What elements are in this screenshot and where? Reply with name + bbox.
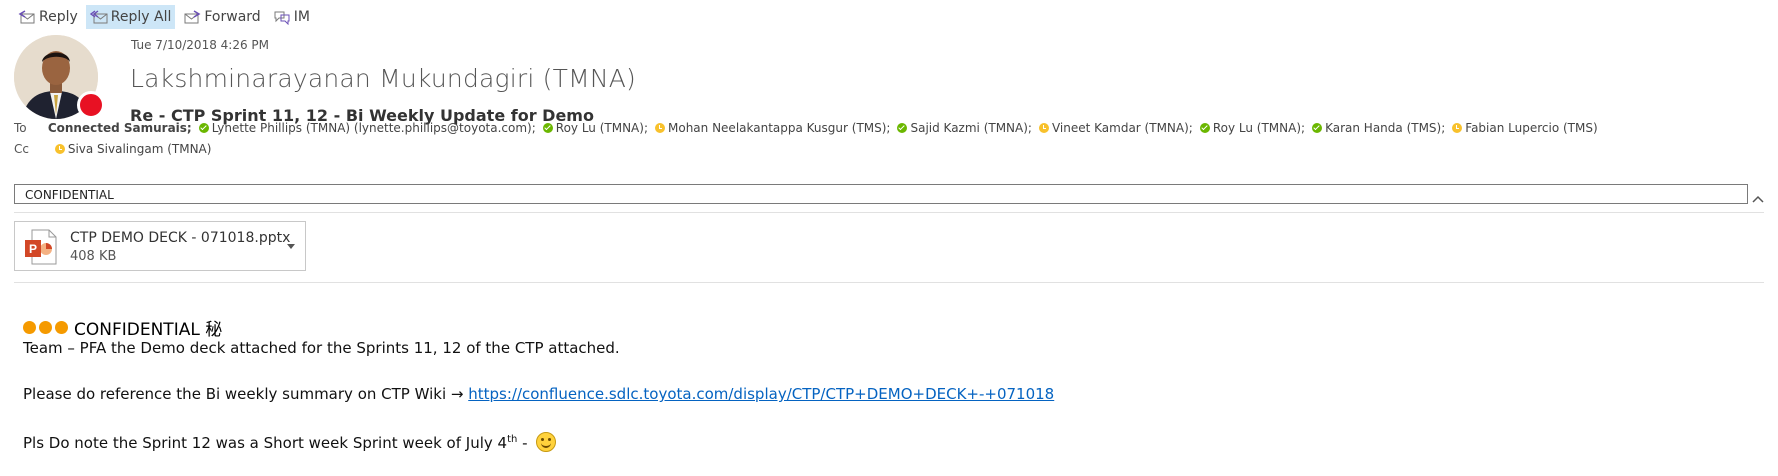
presence-away-icon	[1452, 123, 1463, 133]
recipient-name[interactable]: Mohan Neelakantappa Kusgur (TMS);	[668, 121, 890, 135]
body-line-2: Please do reference the Bi weekly summar…	[23, 385, 1054, 403]
attachment-dropdown-icon[interactable]	[287, 244, 295, 249]
confidential-label: CONFIDENTIAL 秘	[74, 320, 223, 340]
recipient-name[interactable]: Siva Sivalingam (TMNA)	[68, 142, 212, 156]
presence-away-icon	[1038, 123, 1049, 133]
presence-away-icon	[54, 144, 65, 154]
reply-label: Reply	[39, 9, 78, 25]
wiki-link[interactable]: https://confluence.sdlc.toyota.com/displ…	[468, 385, 1054, 403]
recipient-name[interactable]: Karan Handa (TMS);	[1325, 121, 1445, 135]
im-label: IM	[293, 9, 310, 25]
recipient-name[interactable]: Connected Samurais;	[48, 121, 192, 135]
message-toolbar: Reply Reply All Forward IM	[14, 5, 314, 29]
reply-all-icon	[89, 10, 108, 24]
presence-available-icon	[1199, 123, 1210, 133]
forward-label: Forward	[204, 9, 261, 25]
attachment-size: 408 KB	[70, 249, 117, 264]
attachment-divider	[14, 282, 1764, 283]
reply-icon	[18, 10, 35, 24]
reply-all-label: Reply All	[110, 9, 172, 25]
reply-button[interactable]: Reply	[14, 5, 82, 29]
body-line-3-text: Pls Do note the Sprint 12 was a Short we…	[23, 434, 508, 452]
recipient-name[interactable]: Lynette Phillips (TMNA) (lynette.phillip…	[212, 121, 536, 135]
forward-button[interactable]: Forward	[179, 5, 264, 29]
classification-dot-icon	[55, 321, 68, 334]
confidential-marking: CONFIDENTIAL 秘	[23, 315, 222, 340]
classification-bar: CONFIDENTIAL	[14, 184, 1748, 204]
cc-recipients: Cc Siva Sivalingam (TMNA)	[14, 142, 211, 156]
presence-away-icon	[655, 123, 665, 133]
forward-icon	[184, 10, 201, 24]
presence-available-icon	[198, 123, 209, 133]
to-label: To	[14, 121, 27, 135]
ordinal-suffix: th	[507, 434, 518, 445]
body-line-1: Team – PFA the Demo deck attached for th…	[23, 339, 620, 357]
reply-all-button[interactable]: Reply All	[85, 5, 176, 29]
svg-text:P: P	[29, 242, 37, 256]
header-divider	[14, 212, 1764, 213]
presence-busy-indicator	[77, 91, 105, 119]
presence-available-icon	[897, 123, 908, 133]
im-button[interactable]: IM	[269, 5, 314, 29]
body-line-2-text: Please do reference the Bi weekly summar…	[23, 385, 464, 403]
recipient-name[interactable]: Vineet Kamdar (TMNA);	[1052, 121, 1193, 135]
to-recipients: To Connected Samurais; Lynette Phillips (…	[14, 121, 1598, 135]
attachment-name: CTP DEMO DECK - 071018.pptx	[70, 230, 291, 246]
recipient-name[interactable]: Sajid Kazmi (TMNA);	[910, 121, 1032, 135]
attachment-card[interactable]: P CTP DEMO DECK - 071018.pptx 408 KB	[14, 221, 306, 271]
cc-label: Cc	[14, 142, 29, 156]
recipient-name[interactable]: Roy Lu (TMNA);	[556, 121, 648, 135]
chevron-up-icon[interactable]	[1751, 192, 1765, 206]
sender-name[interactable]: Lakshminarayanan Mukundagiri (TMNA)	[130, 64, 636, 93]
sent-date: Tue 7/10/2018 4:26 PM	[131, 38, 270, 52]
recipient-name[interactable]: Roy Lu (TMNA);	[1213, 121, 1305, 135]
powerpoint-file-icon: P	[25, 229, 57, 265]
classification-dot-icon	[23, 321, 36, 334]
presence-available-icon	[542, 123, 553, 133]
smiley-icon	[536, 432, 557, 452]
body-line-3: Pls Do note the Sprint 12 was a Short we…	[23, 432, 557, 452]
body-line-3-suffix: -	[517, 434, 528, 452]
presence-available-icon	[1312, 123, 1323, 133]
recipient-name[interactable]: Fabian Lupercio (TMS)	[1465, 121, 1597, 135]
classification-dot-icon	[39, 321, 52, 334]
im-icon	[274, 11, 290, 25]
